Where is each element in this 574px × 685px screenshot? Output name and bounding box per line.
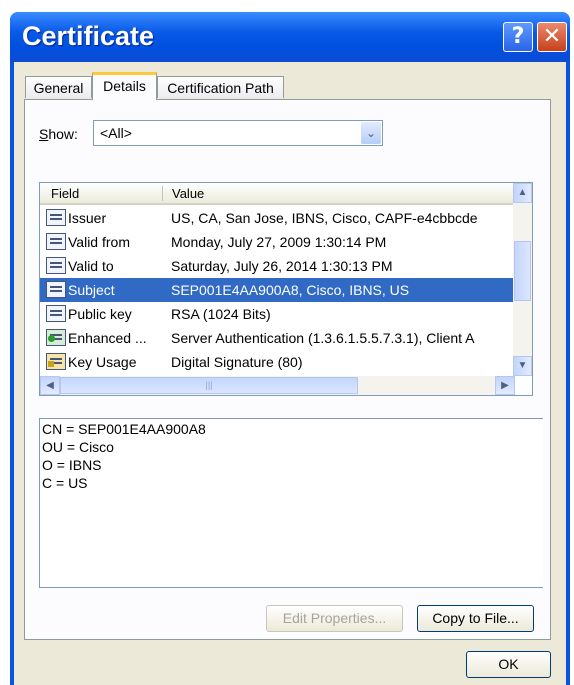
detail-line: OU = Cisco (42, 439, 114, 455)
column-divider[interactable] (162, 186, 163, 201)
fields-list[interactable]: Field Value Issuer US, CA, San Jose, IBN… (39, 182, 533, 396)
certificate-dialog: Certificate ? ✕ General Details Certific… (10, 12, 570, 685)
field-value: US, CA, San Jose, IBNS, Cisco, CAPF-e4cb… (171, 210, 478, 226)
scroll-up-button[interactable]: ▲ (513, 183, 532, 203)
field-name: Issuer (68, 210, 107, 226)
show-dropdown-value: <All> (100, 125, 132, 141)
certificate-field-icon (46, 281, 66, 298)
scroll-down-button[interactable]: ▼ (513, 356, 532, 376)
certificate-field-icon (46, 233, 66, 250)
show-dropdown[interactable]: <All> ⌄ (93, 120, 383, 146)
list-item[interactable]: Issuer US, CA, San Jose, IBNS, Cisco, CA… (40, 206, 515, 230)
detail-line: O = IBNS (42, 457, 102, 473)
details-panel: Show: <All> ⌄ Field Value Issuer US, CA,… (24, 99, 551, 640)
edit-properties-button[interactable]: Edit Properties... (266, 605, 403, 632)
tab-certification-path[interactable]: Certification Path (157, 76, 284, 98)
list-item-selected[interactable]: Subject SEP001E4AA900A8, Cisco, IBNS, US (40, 278, 515, 302)
list-item[interactable]: Public key RSA (1024 Bits) (40, 302, 515, 326)
copy-to-file-button[interactable]: Copy to File... (417, 605, 534, 632)
column-header-field[interactable]: Field (51, 186, 79, 201)
field-value: Saturday, July 26, 2014 1:30:13 PM (171, 258, 393, 274)
vertical-scroll-thumb[interactable] (514, 241, 531, 301)
field-value: RSA (1024 Bits) (171, 306, 271, 322)
field-value: Digital Signature (80) (171, 354, 303, 370)
field-name: Valid from (68, 234, 130, 250)
list-header: Field Value (40, 183, 515, 205)
certificate-field-icon (46, 209, 66, 226)
help-icon: ? (511, 24, 525, 49)
field-value: SEP001E4AA900A8, Cisco, IBNS, US (171, 282, 410, 298)
field-name: Valid to (68, 258, 114, 274)
show-label: Show: (39, 126, 78, 142)
horizontal-scrollbar[interactable]: ◀ ||| ▶ (40, 376, 515, 395)
tab-general[interactable]: General (25, 76, 92, 98)
field-name: Key Usage (68, 354, 137, 370)
detail-line: CN = SEP001E4AA900A8 (42, 421, 206, 437)
chevron-right-icon: ▶ (501, 380, 509, 391)
list-item[interactable]: Key Usage Digital Signature (80) (40, 350, 515, 374)
field-name: Subject (68, 282, 115, 298)
title-bar[interactable]: Certificate ? ✕ (10, 12, 570, 62)
chevron-down-icon[interactable]: ⌄ (361, 122, 381, 144)
list-item[interactable]: Enhanced ... Server Authentication (1.3.… (40, 326, 515, 350)
close-icon: ✕ (542, 24, 562, 49)
list-item[interactable]: Valid from Monday, July 27, 2009 1:30:14… (40, 230, 515, 254)
dialog-title: Certificate (22, 21, 155, 51)
field-name: Enhanced ... (68, 330, 147, 346)
certificate-extension-icon (46, 329, 66, 346)
close-button[interactable]: ✕ (537, 22, 567, 52)
scroll-left-button[interactable]: ◀ (40, 376, 60, 395)
chevron-left-icon: ◀ (46, 380, 54, 391)
field-value: Monday, July 27, 2009 1:30:14 PM (171, 234, 387, 250)
certificate-field-icon (46, 257, 66, 274)
chevron-down-icon: ▼ (517, 360, 528, 371)
detail-line: C = US (42, 475, 88, 491)
horizontal-scroll-thumb[interactable]: ||| (60, 377, 358, 394)
chevron-up-icon: ▲ (517, 187, 528, 198)
key-usage-icon (46, 353, 66, 370)
certificate-field-icon (46, 305, 66, 322)
scroll-right-button[interactable]: ▶ (495, 376, 515, 395)
list-item[interactable]: Valid to Saturday, July 26, 2014 1:30:13… (40, 254, 515, 278)
vertical-scrollbar[interactable]: ▲ ▼ (513, 183, 532, 376)
field-value: Server Authentication (1.3.6.1.5.5.7.3.1… (171, 330, 475, 346)
field-name: Public key (68, 306, 132, 322)
field-detail-box[interactable]: CN = SEP001E4AA900A8 OU = Cisco O = IBNS… (39, 418, 543, 588)
tab-strip: General Details Certification Path (14, 62, 566, 102)
grip-icon: ||| (205, 380, 213, 390)
ok-button[interactable]: OK (466, 651, 551, 678)
help-button[interactable]: ? (503, 22, 533, 52)
dialog-client-area: General Details Certification Path Show:… (14, 62, 566, 685)
tab-details[interactable]: Details (92, 72, 157, 100)
column-header-value[interactable]: Value (172, 186, 204, 201)
